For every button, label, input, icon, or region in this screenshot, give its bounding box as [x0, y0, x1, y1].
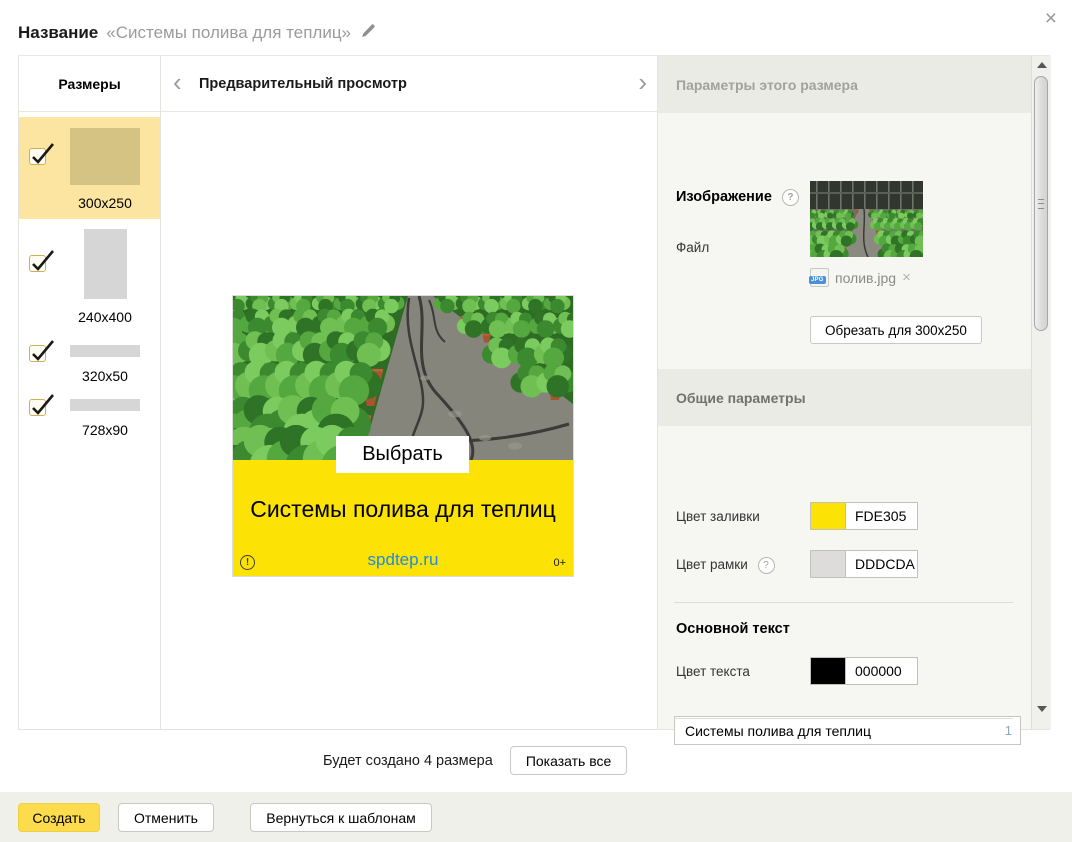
divider: [674, 602, 1013, 603]
back-to-templates-button[interactable]: Вернуться к шаблонам: [250, 803, 432, 832]
checkbox-728x90[interactable]: [29, 394, 54, 416]
checkbox-320x50[interactable]: [29, 340, 54, 362]
section-this-size: Параметры этого размера: [658, 56, 1031, 113]
fill-color-control: [810, 502, 918, 530]
edit-pencil-icon[interactable]: [361, 23, 376, 43]
title-value: «Системы полива для теплиц»: [106, 23, 352, 42]
scroll-down-button[interactable]: [1032, 700, 1051, 717]
summary-text: Будет создано 4 размера: [323, 752, 493, 769]
banner-domain-link[interactable]: spdtep.ru: [233, 550, 573, 570]
char-counter: 1: [1004, 723, 1012, 738]
divider: [674, 718, 1013, 719]
size-label: 728x90: [82, 422, 128, 438]
fill-color-input[interactable]: [846, 502, 918, 530]
size-figure: 320x50: [59, 342, 151, 384]
size-option-300x250[interactable]: 300x250: [19, 117, 160, 219]
greenhouse-thumb-art: [810, 181, 923, 257]
size-option-728x90[interactable]: 728x90: [19, 394, 160, 440]
main-text-input[interactable]: [674, 716, 1021, 745]
frame-color-input[interactable]: [846, 550, 918, 578]
summary-row: Будет создано 4 размера Показать все: [323, 746, 628, 775]
sizes-sidebar: Размеры 300x250 240x400 320x50 728x90: [19, 56, 161, 729]
frame-color-label: Цвет рамки ?: [676, 557, 775, 574]
triangle-down-icon: [1036, 706, 1047, 712]
ad-banner-preview: Выбрать Системы полива для теплиц ! spdt…: [232, 295, 574, 577]
checkbox-240x400[interactable]: [29, 250, 54, 272]
size-figure: 240x400: [59, 224, 151, 325]
check-icon: [32, 394, 54, 415]
file-chip: JPG полив.jpg ×: [809, 268, 911, 287]
size-figure: 300x250: [59, 117, 151, 211]
chevron-right-icon[interactable]: ›: [638, 68, 647, 94]
close-icon[interactable]: ×: [1041, 4, 1061, 33]
title-label: Название: [18, 23, 99, 42]
text-color-control: [810, 657, 918, 685]
modal-title-row: Название «Системы полива для теплиц»: [18, 18, 376, 48]
banner-footer: ! spdtep.ru 0+: [233, 550, 573, 570]
show-all-button[interactable]: Показать все: [509, 746, 628, 775]
crop-button[interactable]: Обрезать для 300x250: [810, 316, 982, 344]
banner-headline: Системы полива для теплиц: [250, 496, 556, 522]
image-section-title: Изображение ?: [676, 189, 799, 206]
size-label: 320x50: [82, 368, 128, 384]
file-name: полив.jpg: [835, 269, 897, 286]
chevron-left-icon[interactable]: ‹: [173, 68, 182, 94]
triangle-up-icon: [1036, 62, 1047, 68]
main-area: Размеры 300x250 240x400 320x50 728x90 ‹ …: [18, 55, 1051, 745]
frame-color-label-text: Цвет рамки: [676, 557, 748, 572]
remove-file-icon[interactable]: ×: [902, 269, 911, 286]
create-button[interactable]: Создать: [18, 803, 100, 832]
check-icon: [32, 250, 54, 271]
help-icon[interactable]: ?: [757, 557, 775, 574]
scroll-up-button[interactable]: [1032, 56, 1051, 73]
panel-scrollbar[interactable]: [1031, 56, 1051, 729]
size-thumbnail-320x50: [70, 345, 140, 357]
size-label: 240x400: [78, 309, 132, 325]
size-thumbnail-240x400: [83, 229, 127, 299]
file-thumbnail[interactable]: [810, 181, 923, 257]
check-icon: [32, 143, 54, 164]
params-panel: Параметры этого размера Изображение ? Фа…: [657, 56, 1031, 745]
text-color-label: Цвет текста: [676, 664, 750, 679]
scrollbar-thumb[interactable]: [1034, 76, 1048, 331]
main-text-section-title: Основной текст: [676, 621, 790, 637]
action-bar: Создать Отменить Вернуться к шаблонам: [0, 792, 1072, 842]
fill-color-swatch[interactable]: [810, 502, 846, 530]
preview-title: Предварительный просмотр: [199, 75, 407, 92]
size-thumbnail-300x250: [70, 128, 140, 185]
size-option-320x50[interactable]: 320x50: [19, 340, 160, 386]
size-label: 300x250: [78, 195, 132, 211]
jpg-file-icon: JPG: [809, 268, 829, 287]
image-section-title-text: Изображение: [676, 189, 772, 205]
frame-color-control: [810, 550, 918, 578]
text-color-swatch[interactable]: [810, 657, 846, 685]
main-text-field: 1: [674, 716, 1021, 745]
preview-header: ‹ Предварительный просмотр ›: [161, 56, 657, 112]
section-common-params: Общие параметры: [658, 369, 1031, 426]
section-this-size-title: Параметры этого размера: [676, 76, 858, 93]
checkbox-300x250[interactable]: [29, 143, 54, 165]
preview-column: ‹ Предварительный просмотр › Выбрать Сис…: [161, 56, 657, 729]
text-color-input[interactable]: [846, 657, 918, 685]
file-label: Файл: [676, 240, 710, 255]
scrollbar-grip-icon: [1038, 198, 1044, 209]
sizes-header: Размеры: [19, 56, 160, 112]
age-rating-badge: 0+: [553, 557, 566, 569]
cancel-button[interactable]: Отменить: [118, 803, 214, 832]
frame-color-swatch[interactable]: [810, 550, 846, 578]
size-option-240x400[interactable]: 240x400: [19, 224, 160, 325]
banner-choose-button[interactable]: Выбрать: [336, 436, 469, 473]
common-params-title: Общие параметры: [676, 389, 806, 406]
size-figure: 728x90: [59, 396, 151, 438]
size-thumbnail-728x90: [70, 399, 140, 411]
help-icon[interactable]: ?: [781, 189, 799, 206]
check-icon: [32, 340, 54, 361]
ad-constructor-modal: Название «Системы полива для теплиц» × Р…: [0, 0, 1072, 842]
fill-color-label: Цвет заливки: [676, 509, 760, 524]
